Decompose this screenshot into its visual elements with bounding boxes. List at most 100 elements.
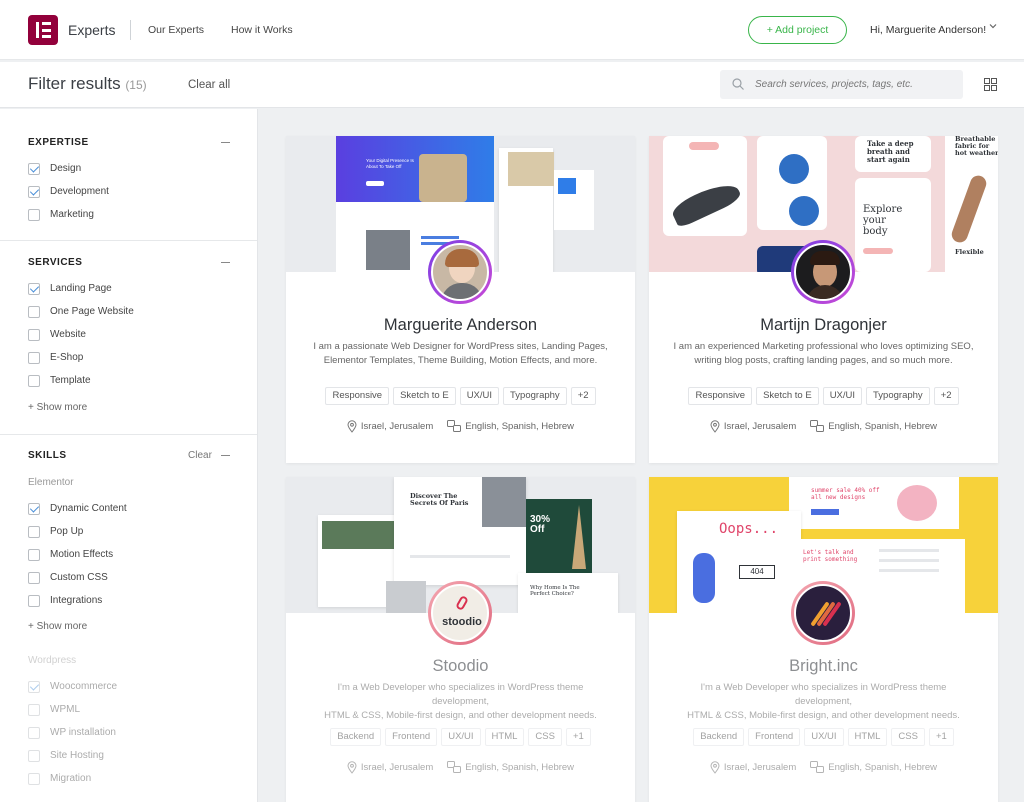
skills-show-more-link[interactable]: + Show more bbox=[28, 621, 87, 632]
option-label: Template bbox=[50, 375, 91, 386]
nav-our-experts[interactable]: Our Experts bbox=[148, 24, 204, 36]
option-label: Motion Effects bbox=[50, 549, 114, 560]
checkbox-checked-icon[interactable] bbox=[28, 186, 40, 198]
banner-text: summer sale 40% off all new designs bbox=[811, 487, 880, 501]
expert-description: I'm a Web Developer who specializes in W… bbox=[671, 681, 976, 723]
expert-card[interactable]: summer sale 40% off all new designs Oops… bbox=[649, 477, 998, 802]
avatar[interactable] bbox=[791, 240, 855, 304]
location-text: Israel, Jerusalem bbox=[360, 421, 434, 433]
expert-name[interactable]: Stoodio bbox=[286, 657, 635, 676]
search-placeholder: Search services, projects, tags, etc. bbox=[755, 79, 913, 90]
expert-name[interactable]: Martijn Dragonjer bbox=[649, 316, 998, 335]
checkbox-icon[interactable] bbox=[28, 526, 40, 538]
location-pin-icon bbox=[710, 761, 720, 774]
skills-clear-button[interactable]: Clear bbox=[188, 450, 212, 461]
languages-text: English, Spanish, Hebrew bbox=[828, 762, 938, 774]
skill-tag[interactable]: Sketch to E bbox=[393, 387, 456, 405]
skill-tag[interactable]: HTML bbox=[847, 728, 888, 746]
avatar[interactable] bbox=[428, 240, 492, 304]
skill-tag[interactable]: Responsive bbox=[688, 387, 753, 405]
elementor-logo-icon[interactable] bbox=[28, 15, 58, 45]
checkbox-checked-icon[interactable] bbox=[28, 503, 40, 515]
skill-tag[interactable]: CSS bbox=[891, 728, 925, 746]
skill-tag[interactable]: Typography bbox=[503, 387, 567, 405]
location-text: Israel, Jerusalem bbox=[723, 762, 797, 774]
option-label: Integrations bbox=[50, 595, 103, 606]
checkbox-icon[interactable] bbox=[28, 329, 40, 341]
option-label: One Page Website bbox=[50, 306, 134, 317]
skill-tags: Backend Frontend UX/UI HTML CSS +1 bbox=[649, 728, 998, 746]
skill-tag[interactable]: HTML bbox=[484, 728, 525, 746]
expert-meta: Israel, Jerusalem English, Spanish, Hebre… bbox=[649, 420, 998, 433]
checkbox-icon[interactable] bbox=[28, 352, 40, 364]
banner-text: Flexible bbox=[955, 248, 984, 256]
expert-card[interactable]: Discover The Secrets Of Paris 30% Off Wh… bbox=[286, 477, 635, 802]
top-navigation: Experts Our Experts How it Works + Add p… bbox=[0, 0, 1024, 60]
more-tags-badge[interactable]: +1 bbox=[928, 728, 954, 746]
brand-title[interactable]: Experts bbox=[68, 22, 115, 38]
skill-tag[interactable]: Backend bbox=[693, 728, 745, 746]
section-divider bbox=[0, 240, 257, 241]
checkbox-checked-icon[interactable] bbox=[28, 681, 40, 693]
checkbox-icon[interactable] bbox=[28, 572, 40, 584]
skill-tag[interactable]: Frontend bbox=[748, 728, 801, 746]
skill-tag[interactable]: Responsive bbox=[325, 387, 390, 405]
more-tags-badge[interactable]: +1 bbox=[565, 728, 591, 746]
more-tags-badge[interactable]: +2 bbox=[933, 387, 959, 405]
skill-tag[interactable]: Sketch to E bbox=[756, 387, 819, 405]
checkbox-checked-icon[interactable] bbox=[28, 163, 40, 175]
avatar[interactable] bbox=[791, 581, 855, 645]
clear-all-button[interactable]: Clear all bbox=[188, 79, 230, 91]
skill-tag[interactable]: Backend bbox=[330, 728, 382, 746]
more-tags-badge[interactable]: +2 bbox=[570, 387, 596, 405]
checkbox-icon[interactable] bbox=[28, 209, 40, 221]
collapse-expertise-icon[interactable] bbox=[221, 142, 230, 143]
skill-tag[interactable]: UX/UI bbox=[441, 728, 481, 746]
services-show-more-link[interactable]: + Show more bbox=[28, 402, 87, 413]
grid-view-icon[interactable] bbox=[984, 78, 997, 91]
option-label: E-Shop bbox=[50, 352, 84, 363]
wordpress-subheading: Wordpress bbox=[28, 655, 77, 666]
checkbox-icon[interactable] bbox=[28, 727, 40, 739]
expert-card[interactable]: Take a deep breath and start again Explo… bbox=[649, 136, 998, 463]
collapse-skills-icon[interactable] bbox=[221, 455, 230, 456]
skill-tag[interactable]: UX/UI bbox=[822, 387, 863, 405]
expert-name[interactable]: Bright.inc bbox=[649, 657, 998, 676]
banner-text: Breathable fabric for hot weather bbox=[955, 136, 998, 157]
skill-tag[interactable]: Frontend bbox=[385, 728, 438, 746]
avatar[interactable]: stoodio bbox=[428, 581, 492, 645]
checkbox-checked-icon[interactable] bbox=[28, 283, 40, 295]
skill-tag[interactable]: CSS bbox=[528, 728, 562, 746]
option-label: Pop Up bbox=[50, 526, 84, 537]
option-label: Landing Page bbox=[50, 283, 112, 294]
banner-text: Take a deep breath and start again bbox=[855, 136, 931, 172]
checkbox-icon[interactable] bbox=[28, 306, 40, 318]
nav-how-it-works[interactable]: How it Works bbox=[231, 24, 293, 36]
checkbox-icon[interactable] bbox=[28, 375, 40, 387]
checkbox-icon[interactable] bbox=[28, 773, 40, 785]
skill-tag[interactable]: UX/UI bbox=[804, 728, 844, 746]
search-input[interactable]: Search services, projects, tags, etc. bbox=[720, 70, 963, 99]
add-project-button[interactable]: + Add project bbox=[748, 16, 847, 44]
expert-description: I am a passionate Web Designer for WordP… bbox=[308, 340, 613, 368]
option-label: Custom CSS bbox=[50, 572, 108, 583]
checkbox-icon[interactable] bbox=[28, 750, 40, 762]
collapse-services-icon[interactable] bbox=[221, 262, 230, 263]
user-greeting-menu[interactable]: Hi, Marguerite Anderson! bbox=[870, 24, 986, 36]
option-label: Woocommerce bbox=[50, 681, 118, 692]
expert-name[interactable]: Marguerite Anderson bbox=[286, 316, 635, 335]
skill-tag[interactable]: UX/UI bbox=[459, 387, 500, 405]
chevron-down-icon[interactable] bbox=[989, 22, 997, 32]
checkbox-icon[interactable] bbox=[28, 595, 40, 607]
banner-text: Let's talk and print something bbox=[803, 549, 858, 563]
description-line: I'm a Web Developer who specializes in W… bbox=[337, 682, 584, 707]
skill-tag[interactable]: Typography bbox=[866, 387, 930, 405]
expert-card[interactable]: Your Digital Presence Is About To Take O… bbox=[286, 136, 635, 463]
language-icon bbox=[447, 761, 462, 773]
checkbox-icon[interactable] bbox=[28, 549, 40, 561]
option-label: WP installation bbox=[50, 727, 116, 738]
language-icon bbox=[810, 761, 825, 773]
checkbox-icon[interactable] bbox=[28, 704, 40, 716]
option-label: Migration bbox=[50, 773, 92, 784]
expert-description: I am an experienced Marketing profession… bbox=[671, 340, 976, 368]
